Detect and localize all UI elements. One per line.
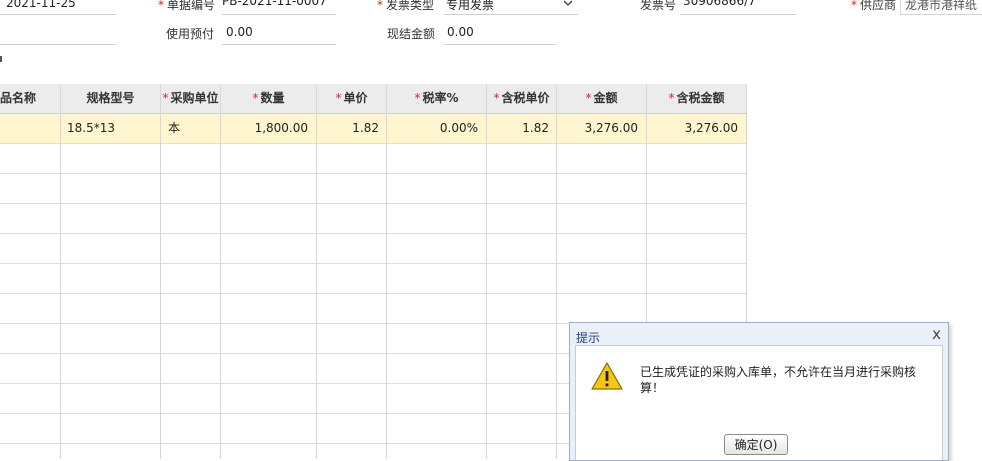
invoice-no-field[interactable]: 30906866/7 [683,0,793,8]
close-icon[interactable]: x [932,325,941,343]
cell-amount[interactable]: 3,276.00 [557,114,638,143]
grid-colline [60,84,61,459]
col-header-tax-rate[interactable]: * 税率% [387,84,486,113]
cash-label: 现结金额 [387,27,436,41]
dialog-body: 已生成凭证的采购入库单，不允许在当月进行采购核算！ 确定(O) [575,345,943,460]
supplier-label: * 供应商 [851,0,897,12]
grid-rowline [0,143,747,144]
prepay-underline [222,44,336,45]
date-underline [0,14,116,15]
cell-unit[interactable]: 本 [168,114,218,143]
grid-rowline [0,293,747,294]
grid-rowline [0,173,747,174]
cell-tax-rate[interactable]: 0.00% [387,114,478,143]
cash-field[interactable]: 0.00 [447,25,547,39]
warning-icon [591,362,623,390]
col-header-qty[interactable]: * 数量 [221,84,316,113]
invoice-no-underline [680,14,796,15]
edge-marker [0,56,2,62]
cash-underline [444,44,556,45]
grid-rowline [0,233,747,234]
cell-amount-tax[interactable]: 3,276.00 [647,114,738,143]
dialog-title: 提示 [576,331,601,345]
cell-price-tax[interactable]: 1.82 [487,114,549,143]
invoice-type-label: * 发票类型 [377,0,435,12]
prepay-label: 使用预付 [166,27,215,41]
invoice-no-label: 发票号 [640,0,677,12]
grid-rowline [0,263,747,264]
date-field[interactable]: 2021-11-25 [6,0,116,10]
col-header-amount[interactable]: * 金额 [557,84,646,113]
blank-field-underline [0,44,116,45]
grid-colline [160,84,161,459]
col-header-price[interactable]: * 单价 [317,84,386,113]
col-header-spec[interactable]: 规格型号 [61,84,160,113]
cell-spec[interactable]: 18.5*13 [67,114,157,143]
col-header-unit[interactable]: * 采购单位 [161,84,220,113]
supplier-box [900,0,982,15]
invoice-type-underline [444,14,578,15]
dialog-message: 已生成凭证的采购入库单，不允许在当月进行采购核算！ [640,365,917,395]
ok-button[interactable]: 确定(O) [724,434,788,455]
doc-no-underline [222,14,336,15]
doc-no-label: * 单据编号 [158,0,216,12]
doc-no-field[interactable]: PB-2021-11-0007 [222,0,336,8]
col-header-price-tax[interactable]: * 含税单价 [487,84,556,113]
col-header-product-name[interactable]: 品名称 [0,84,60,113]
cell-qty[interactable]: 1,800.00 [221,114,308,143]
prepay-field[interactable]: 0.00 [226,25,326,39]
chevron-down-icon[interactable] [563,0,573,8]
cell-price[interactable]: 1.82 [317,114,379,143]
invoice-type-select[interactable]: 专用发票 [446,0,556,13]
col-header-amount-tax[interactable]: * 含税金额 [647,84,746,113]
alert-dialog: 提示 x 已生成凭证的采购入库单，不允许在当月进行采购核算！ 确定(O) [569,322,949,461]
grid-rowline [0,203,747,204]
